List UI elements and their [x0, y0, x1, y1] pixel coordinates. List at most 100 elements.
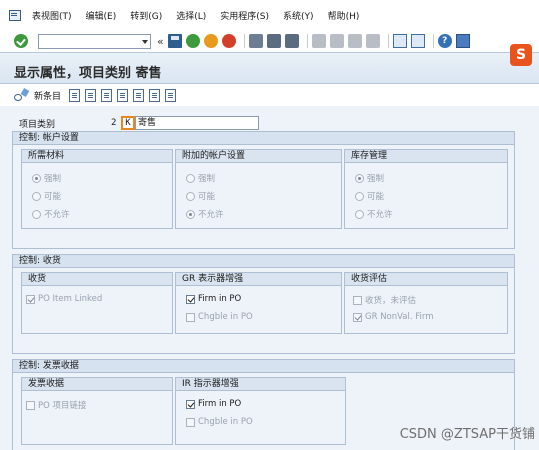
cancel-icon[interactable] — [221, 34, 236, 48]
required-material-box: 所需材料 强制 可能 不允许 — [21, 149, 173, 229]
layout-menu-icon[interactable] — [455, 34, 470, 48]
checkbox-label: 收货，未评估 — [365, 296, 417, 306]
checkbox[interactable] — [26, 400, 35, 410]
checkbox-option[interactable]: Chgble in PO — [186, 312, 253, 322]
radio-label: 不允许 — [44, 210, 70, 220]
checkbox[interactable] — [26, 294, 35, 304]
box-header: 附加的帐户设置 — [176, 150, 341, 163]
shortcut-icon[interactable] — [410, 34, 425, 48]
menu-edit[interactable]: 编辑(E) — [86, 9, 117, 22]
checkbox-option[interactable]: Chgble in PO — [186, 417, 253, 427]
radio-option[interactable]: 不允许 — [32, 208, 70, 220]
checkbox[interactable] — [353, 312, 362, 322]
input-method-badge: S — [510, 44, 532, 66]
exit-icon[interactable] — [203, 34, 218, 48]
checkbox[interactable] — [186, 312, 195, 322]
content-area: 项目类别 2 K 寄售 控制: 帐户设置 所需材料 强制 可能 不允许 附加的帐… — [0, 106, 539, 450]
checkbox-option[interactable]: GR NonVal. Firm — [353, 312, 434, 322]
checkbox[interactable] — [353, 295, 362, 305]
menu-app-icon[interactable] — [8, 9, 22, 21]
invoice-receipt-box: 发票收据 PO 项目链接 — [21, 377, 173, 445]
enter-check-icon[interactable] — [14, 34, 28, 48]
checkbox[interactable] — [186, 294, 195, 304]
radio-button[interactable] — [32, 191, 41, 201]
command-field[interactable] — [38, 33, 151, 49]
inventory-management-box: 库存管理 强制 可能 不允许 — [344, 149, 508, 229]
item-category-label: 项目类别 — [19, 119, 56, 130]
radio-option[interactable]: 可能 — [355, 190, 384, 202]
toolbar-separator — [432, 34, 434, 48]
toolbar-separator — [387, 34, 389, 48]
menu-system[interactable]: 系统(Y) — [283, 9, 314, 22]
radio-label: 不允许 — [198, 210, 224, 220]
gr-indicator-box: GR 表示器增强 Firm in PO Chgble in PO — [175, 272, 342, 334]
radio-option[interactable]: 不允许 — [355, 208, 393, 220]
checkbox-option[interactable]: PO 项目链接 — [26, 399, 87, 411]
goods-receipt-box: 收货 PO Item Linked — [21, 272, 173, 334]
display-change-icon[interactable] — [14, 89, 30, 101]
save-icon[interactable] — [167, 34, 182, 48]
radio-button[interactable] — [355, 191, 364, 201]
checkbox-option[interactable]: Firm in PO — [186, 294, 241, 304]
last-page-icon[interactable] — [365, 34, 380, 48]
additional-account-assignment-box: 附加的帐户设置 强制 可能 不允许 — [175, 149, 342, 229]
box-header: 收货评估 — [345, 273, 507, 286]
new-entries-button[interactable]: 新条目 — [34, 89, 61, 102]
collapse-chevron-icon[interactable]: « — [157, 35, 164, 48]
box-header: 发票收据 — [22, 378, 172, 391]
next-entry-icon[interactable] — [133, 88, 145, 102]
first-page-icon[interactable] — [311, 34, 326, 48]
radio-option[interactable]: 可能 — [32, 190, 61, 202]
group-title: 控制: 发票收据 — [13, 360, 514, 373]
radio-button[interactable] — [32, 209, 41, 219]
radio-button[interactable] — [355, 173, 364, 183]
item-category-key[interactable]: K — [121, 116, 135, 130]
previous-page-icon[interactable] — [329, 34, 344, 48]
transport-icon[interactable] — [149, 88, 161, 102]
gr-valuation-box: 收货评估 收货，未评估 GR NonVal. Firm — [344, 272, 508, 334]
menu-utilities[interactable]: 实用程序(S) — [220, 9, 269, 22]
account-assignment-group: 控制: 帐户设置 所需材料 强制 可能 不允许 附加的帐户设置 强制 可能 不允… — [12, 131, 515, 249]
help-icon[interactable]: ? — [437, 34, 452, 48]
menu-goto[interactable]: 转到(G) — [130, 9, 162, 22]
ir-indicator-box: IR 指示器增强 Firm in PO Chgble in PO — [175, 377, 346, 445]
box-header: 收货 — [22, 273, 172, 286]
radio-button[interactable] — [32, 173, 41, 183]
print-icon[interactable] — [248, 34, 263, 48]
page-title: 显示属性，项目类别 寄售 — [14, 66, 162, 81]
delete-icon[interactable] — [85, 88, 97, 102]
copy-as-icon[interactable] — [69, 88, 81, 102]
command-dropdown-icon[interactable] — [142, 39, 148, 44]
radio-button[interactable] — [186, 173, 195, 183]
next-page-icon[interactable] — [347, 34, 362, 48]
item-category-field: 2 K 寄售 — [111, 116, 259, 130]
toolbar-separator — [306, 34, 308, 48]
details-icon[interactable] — [165, 88, 177, 102]
menu-help[interactable]: 帮助(H) — [328, 9, 360, 22]
checkbox-label: Chgble in PO — [198, 312, 253, 322]
radio-button[interactable] — [355, 209, 364, 219]
find-next-icon[interactable] — [284, 34, 299, 48]
menu-selection[interactable]: 选择(L) — [176, 9, 206, 22]
previous-entry-icon[interactable] — [117, 88, 129, 102]
radio-option[interactable]: 不允许 — [186, 208, 224, 220]
undo-change-icon[interactable] — [101, 88, 113, 102]
checkbox[interactable] — [186, 417, 195, 427]
new-session-icon[interactable] — [392, 34, 407, 48]
radio-button[interactable] — [186, 191, 195, 201]
radio-button[interactable] — [186, 209, 195, 219]
radio-label: 可能 — [367, 192, 385, 202]
radio-option[interactable]: 强制 — [355, 172, 384, 184]
back-icon[interactable] — [185, 34, 200, 48]
checkbox-option[interactable]: Firm in PO — [186, 399, 241, 409]
checkbox-option[interactable]: 收货，未评估 — [353, 294, 416, 306]
menu-table-view[interactable]: 表视图(T) — [32, 9, 72, 22]
box-header: 库存管理 — [345, 150, 507, 163]
radio-option[interactable]: 可能 — [186, 190, 215, 202]
checkbox[interactable] — [186, 399, 195, 409]
checkbox-option[interactable]: PO Item Linked — [26, 294, 102, 304]
radio-option[interactable]: 强制 — [32, 172, 61, 184]
radio-option[interactable]: 强制 — [186, 172, 215, 184]
find-icon[interactable] — [266, 34, 281, 48]
checkbox-label: GR NonVal. Firm — [365, 312, 434, 322]
